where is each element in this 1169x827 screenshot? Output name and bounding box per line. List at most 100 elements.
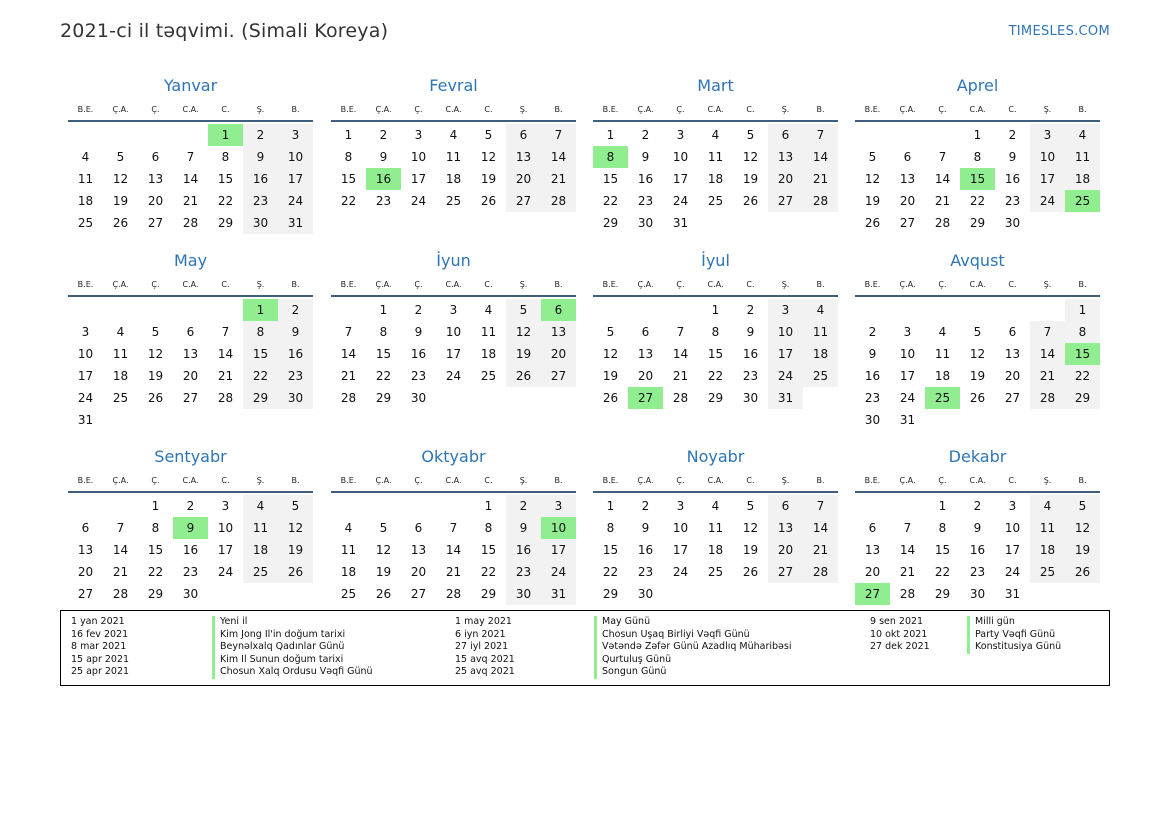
day-cell: 29 bbox=[1065, 387, 1100, 409]
day-cell: 21 bbox=[803, 168, 838, 190]
legend-holiday-name: Milli gün bbox=[967, 616, 1061, 629]
day-cell: 12 bbox=[506, 321, 541, 343]
day-cell: 6 bbox=[541, 299, 576, 321]
day-cell: 20 bbox=[182, 369, 199, 383]
day-cell: 18 bbox=[707, 543, 724, 557]
day-cell: 24 bbox=[410, 194, 427, 208]
weekday-label: C.A. bbox=[707, 476, 724, 485]
day-cell: 21 bbox=[182, 194, 199, 208]
month-name: Aprel bbox=[956, 76, 999, 95]
weekday-label: Ç.A. bbox=[112, 280, 129, 289]
day-cell: 19 bbox=[278, 539, 313, 561]
day-cell: 19 bbox=[1065, 539, 1100, 561]
weekday-label: B.E. bbox=[340, 280, 357, 289]
day-cell: 29 bbox=[934, 587, 951, 601]
day-cell-empty bbox=[173, 299, 208, 321]
weekday-label: Ç.A. bbox=[375, 105, 392, 114]
weekday-label: C. bbox=[1008, 280, 1017, 289]
day-cell: 9 bbox=[868, 347, 877, 361]
day-cell: 18 bbox=[803, 343, 838, 365]
legend-holiday-name: Party Vəqfi Günü bbox=[967, 628, 1061, 641]
weekday-label: C.A. bbox=[969, 476, 986, 485]
day-cell: 3 bbox=[903, 325, 912, 339]
day-cell: 10 bbox=[1004, 521, 1021, 535]
weekday-label: B. bbox=[1078, 105, 1087, 114]
weekday-label: Ç. bbox=[676, 476, 685, 485]
day-cell: 1 bbox=[484, 499, 493, 513]
weekday-label: Ç.A. bbox=[899, 280, 916, 289]
day-cell: 8 bbox=[711, 325, 720, 339]
day-cell: 2 bbox=[868, 325, 877, 339]
day-cell: 10 bbox=[278, 146, 313, 168]
day-cell: 18 bbox=[1065, 168, 1100, 190]
day-cell-empty bbox=[890, 124, 925, 146]
day-cell-empty bbox=[366, 495, 401, 517]
day-cell: 19 bbox=[112, 194, 129, 208]
month-name: Dekabr bbox=[948, 447, 1007, 466]
weekday-label: C.A. bbox=[445, 105, 462, 114]
month-name: İyun bbox=[436, 251, 471, 270]
day-cell: 15 bbox=[1065, 343, 1100, 365]
day-cell: 15 bbox=[707, 347, 724, 361]
day-cell: 5 bbox=[116, 150, 125, 164]
weekday-header: B.E. Ç.A. Ç. C.A. C. Ş. B. bbox=[855, 468, 1100, 493]
day-cell: 17 bbox=[541, 539, 576, 561]
day-cell: 22 bbox=[375, 369, 392, 383]
day-cell: 4 bbox=[1030, 495, 1065, 517]
weekday-label: C. bbox=[221, 105, 230, 114]
day-cell: 15 bbox=[243, 343, 278, 365]
day-cell: 25 bbox=[445, 194, 462, 208]
day-cell: 22 bbox=[969, 194, 986, 208]
month-block: Noyabr B.E. Ç.A. Ç. C.A. C. Ş. B. 1 2 3 4 5 6 7 8 9 10 11 1… bbox=[593, 446, 838, 605]
brand-link[interactable]: TIMESLES.COM bbox=[1009, 24, 1110, 39]
weekday-label: Ç. bbox=[414, 280, 423, 289]
day-cell: 29 bbox=[602, 216, 619, 230]
weekday-label: B. bbox=[554, 105, 563, 114]
day-cell: 26 bbox=[278, 561, 313, 583]
day-cell: 1 bbox=[938, 499, 947, 513]
day-cell: 16 bbox=[637, 543, 654, 557]
day-cell: 27 bbox=[410, 587, 427, 601]
day-cell: 8 bbox=[938, 521, 947, 535]
day-cell: 27 bbox=[628, 387, 663, 409]
day-cell: 7 bbox=[676, 325, 685, 339]
weekday-label: C.A. bbox=[707, 105, 724, 114]
day-cell: 16 bbox=[506, 539, 541, 561]
month-name: İyul bbox=[701, 251, 730, 270]
day-cell: 22 bbox=[340, 194, 357, 208]
day-cell: 11 bbox=[77, 172, 94, 186]
day-cell: 25 bbox=[1030, 561, 1065, 583]
day-grid: 1 2 3 4 5 6 7 8 9 10 11 12 13 14 15 16 17 18 19 20 21 22 23 24 2… bbox=[68, 124, 313, 234]
day-cell: 8 bbox=[379, 325, 388, 339]
day-cell: 10 bbox=[768, 321, 803, 343]
day-cell: 20 bbox=[410, 565, 427, 579]
day-cell: 14 bbox=[217, 347, 234, 361]
day-cell: 19 bbox=[147, 369, 164, 383]
weekday-label: Ç. bbox=[938, 105, 947, 114]
day-cell: 22 bbox=[934, 565, 951, 579]
day-cell: 10 bbox=[672, 521, 689, 535]
day-cell-empty bbox=[331, 299, 366, 321]
day-cell: 21 bbox=[1030, 365, 1065, 387]
day-cell: 6 bbox=[641, 325, 650, 339]
day-cell: 21 bbox=[112, 565, 129, 579]
day-cell: 13 bbox=[182, 347, 199, 361]
weekday-label: B.E. bbox=[77, 105, 94, 114]
day-cell: 24 bbox=[77, 391, 94, 405]
day-cell-empty bbox=[103, 299, 138, 321]
day-cell: 19 bbox=[375, 565, 392, 579]
month-block: Sentyabr B.E. Ç.A. Ç. C.A. C. Ş. B. 1 2 3 4 5 6 7 8 9 10 1… bbox=[68, 446, 313, 605]
day-cell: 7 bbox=[803, 495, 838, 517]
day-cell: 13 bbox=[541, 321, 576, 343]
weekday-label: C. bbox=[1008, 105, 1017, 114]
day-cell: 18 bbox=[445, 172, 462, 186]
legend-holiday-name: Yeni il bbox=[212, 616, 373, 629]
day-cell: 22 bbox=[243, 365, 278, 387]
day-grid: 1 2 3 4 5 6 7 8 9 10 11 12 13 14 15 16 17 18 19 20 21 22 23 24 2… bbox=[855, 495, 1100, 605]
weekday-label: B.E. bbox=[864, 280, 881, 289]
month-block: İyun B.E. Ç.A. Ç. C.A. C. Ş. B. 1 2 3 4 5 6 7 8 9 10 11 12 1… bbox=[331, 250, 576, 409]
day-cell: 4 bbox=[116, 325, 125, 339]
day-cell: 11 bbox=[1065, 146, 1100, 168]
day-cell: 25 bbox=[243, 561, 278, 583]
day-cell: 17 bbox=[77, 369, 94, 383]
